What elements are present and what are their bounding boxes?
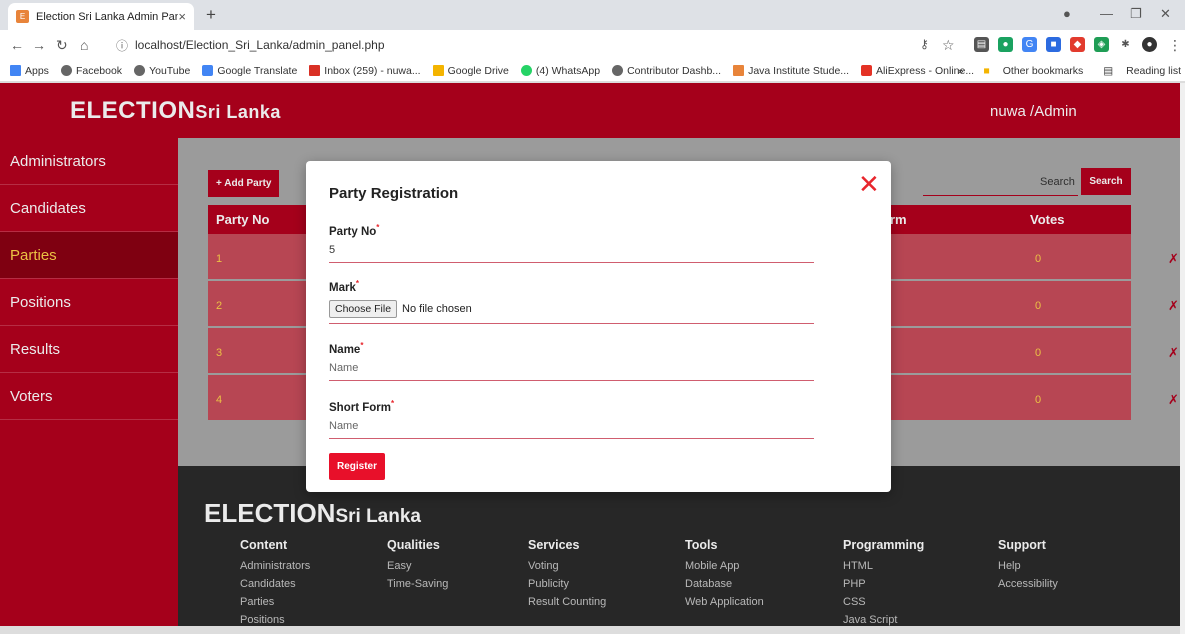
bookmark-youtube[interactable]: YouTube xyxy=(134,65,190,77)
party-no-field: Party No* 5 xyxy=(329,223,814,263)
mark-field: Mark* Choose File No file chosen xyxy=(329,279,814,324)
url-text: localhost/Election_Sri_Lanka/admin_panel… xyxy=(135,38,385,52)
bookmark-java-institute[interactable]: Java Institute Stude... xyxy=(733,65,849,77)
avatar[interactable]: ● xyxy=(1142,37,1157,52)
globe-icon xyxy=(134,65,146,76)
site-info-icon[interactable]: ⓘ xyxy=(116,37,128,54)
vertical-scrollbar[interactable] xyxy=(1180,83,1185,634)
register-button[interactable]: Register xyxy=(329,453,385,480)
reading-list[interactable]: ▤ Reading list xyxy=(1093,65,1181,77)
required-mark: * xyxy=(390,399,395,408)
maximize-icon[interactable]: ❐ xyxy=(1130,6,1142,22)
apps-grid-icon xyxy=(10,65,21,76)
aliexpress-icon xyxy=(861,65,873,76)
whatsapp-icon xyxy=(520,65,532,76)
file-status: No file chosen xyxy=(402,302,472,315)
required-mark: * xyxy=(360,341,364,350)
browser-tab-bar: E Election Sri Lanka Admin Panel × + ● —… xyxy=(0,0,1185,30)
translate-icon xyxy=(202,65,214,76)
home-icon[interactable]: ⌂ xyxy=(80,37,88,53)
site-favicon-icon: E xyxy=(16,10,29,23)
back-arrow-icon[interactable]: ← xyxy=(10,37,24,53)
short-form-label: Short Form* xyxy=(329,399,395,414)
mark-file-input: Choose File No file chosen xyxy=(329,299,814,324)
modal-title: Party Registration xyxy=(329,185,459,202)
bookmarks-right: » ■ Other bookmarks ▤ Reading list xyxy=(948,60,1181,82)
party-registration-modal: Party Registration ✕ Party No* 5 Mark* C… xyxy=(306,161,891,492)
window-close-icon[interactable]: ✕ xyxy=(1160,6,1171,22)
gmail-icon xyxy=(309,65,321,76)
translate-icon[interactable]: G xyxy=(1022,37,1037,52)
bookmark-google-drive[interactable]: Google Drive xyxy=(432,65,509,77)
other-bookmarks[interactable]: ■ Other bookmarks xyxy=(973,65,1083,77)
extension-icon[interactable]: ● xyxy=(998,37,1013,52)
name-label: Name* xyxy=(329,341,364,356)
puzzle-icon[interactable]: ✱ xyxy=(1118,37,1133,52)
mark-label: Mark* xyxy=(329,279,359,294)
globe-icon xyxy=(612,65,624,76)
new-tab-icon[interactable]: + xyxy=(206,5,216,25)
required-mark: * xyxy=(355,279,359,288)
name-field: Name* Name xyxy=(329,341,814,381)
globe-icon xyxy=(60,65,72,76)
key-icon[interactable]: ⚷ xyxy=(920,37,929,51)
reload-icon[interactable]: ↻ xyxy=(56,37,68,54)
profile-icon[interactable]: ● xyxy=(1063,6,1071,21)
tab-title: Election Sri Lanka Admin Panel xyxy=(36,10,179,23)
choose-file-button[interactable]: Choose File xyxy=(329,299,398,318)
bookmark-contributor-dashboard[interactable]: Contributor Dashb... xyxy=(612,65,721,77)
extension-icon[interactable]: ■ xyxy=(1046,37,1061,52)
bookmark-facebook[interactable]: Facebook xyxy=(60,65,122,77)
close-icon[interactable]: ✕ xyxy=(858,169,880,200)
reading-list-icon: ▤ xyxy=(1103,65,1114,77)
short-form-field: Short Form* Name xyxy=(329,399,814,439)
star-icon[interactable]: ☆ xyxy=(942,37,955,54)
bookmark-inbox[interactable]: Inbox (259) - nuwa... xyxy=(309,65,421,77)
party-no-label: Party No* xyxy=(329,223,380,238)
bookmark-whatsapp[interactable]: (4) WhatsApp xyxy=(520,65,600,77)
bookmark-google-translate[interactable]: Google Translate xyxy=(202,65,297,77)
party-no-input[interactable]: 5 xyxy=(329,244,814,263)
short-form-input[interactable]: Name xyxy=(329,420,814,439)
browser-toolbar: ← → ↻ ⌂ ⓘ localhost/Election_Sri_Lanka/a… xyxy=(0,30,1185,60)
bookmarks-overflow-icon[interactable]: » xyxy=(958,65,964,77)
minimize-icon[interactable]: — xyxy=(1100,6,1113,21)
bookmark-apps[interactable]: Apps xyxy=(10,65,49,77)
extension-icon[interactable]: ▤ xyxy=(974,37,989,52)
address-bar[interactable]: ⓘ localhost/Election_Sri_Lanka/admin_pan… xyxy=(116,34,896,56)
browser-tab[interactable]: E Election Sri Lanka Admin Panel × xyxy=(8,3,194,30)
java-icon xyxy=(733,65,745,76)
tab-close-icon[interactable]: × xyxy=(178,9,186,24)
menu-dots-icon[interactable]: ⋮ xyxy=(1168,37,1182,54)
forward-arrow-icon[interactable]: → xyxy=(32,37,46,53)
drive-icon xyxy=(432,65,444,76)
extension-icon[interactable]: ◆ xyxy=(1070,37,1085,52)
required-mark: * xyxy=(376,223,380,232)
shield-icon[interactable]: ◈ xyxy=(1094,37,1109,52)
name-input[interactable]: Name xyxy=(329,362,814,381)
folder-icon: ■ xyxy=(983,65,990,77)
